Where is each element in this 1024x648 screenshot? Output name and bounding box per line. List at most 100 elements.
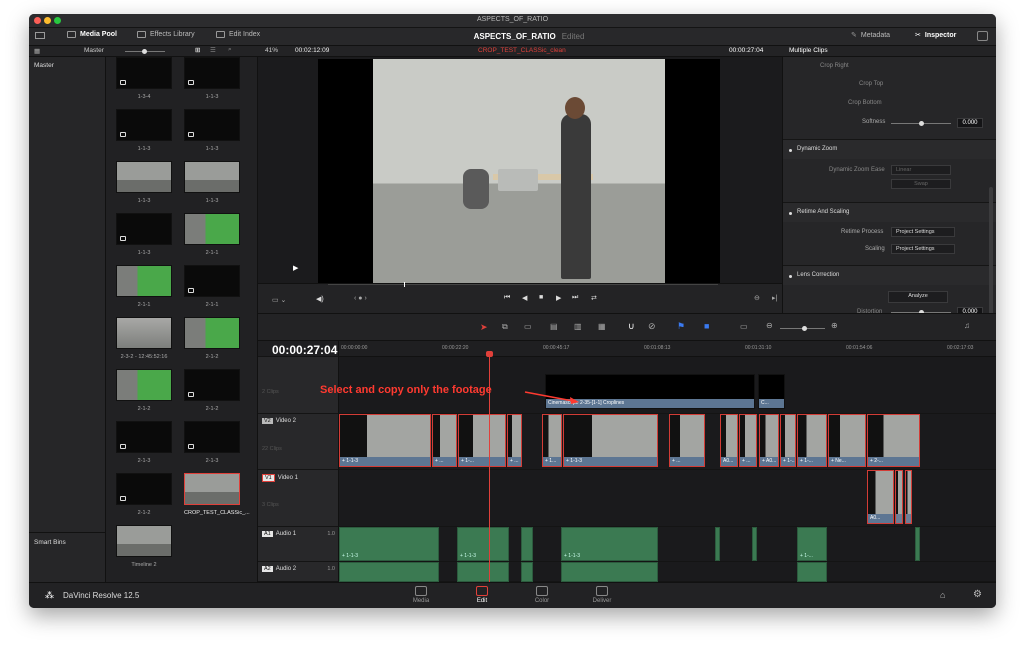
- trim-tool-icon[interactable]: ⧉: [502, 322, 508, 332]
- blade-tool-icon[interactable]: ▭: [524, 322, 532, 331]
- mark-in-icon[interactable]: ▸|: [772, 294, 777, 302]
- page-deliver[interactable]: Deliver: [577, 586, 627, 604]
- audio-clip[interactable]: [457, 562, 509, 582]
- audio-clip[interactable]: [715, 527, 720, 561]
- media-pool-clip[interactable]: 2-1-2: [116, 369, 172, 412]
- grid-view-icon[interactable]: ⊞: [195, 46, 200, 54]
- media-pool-clip[interactable]: 1-1-3: [184, 161, 240, 204]
- go-to-start-button[interactable]: ⏮: [504, 294, 510, 302]
- media-pool-clip[interactable]: 2-1-2: [116, 473, 172, 516]
- audio-clip[interactable]: [561, 562, 658, 582]
- sidebar-item-smart-bins[interactable]: Smart Bins: [34, 539, 66, 546]
- timeline-clip[interactable]: + ...: [669, 414, 705, 467]
- viewer-zoom[interactable]: 41%: [265, 47, 278, 54]
- timeline-clip[interactable]: + ...: [432, 414, 457, 467]
- loop-button[interactable]: ⇄: [591, 294, 597, 302]
- track-lane-v1[interactable]: A0...: [339, 470, 996, 527]
- track-lane-a1[interactable]: + 1-1-3 + 1-1-3 + 1-1-3 + 1-...: [339, 527, 996, 562]
- tab-media-pool[interactable]: Media Pool: [67, 31, 117, 38]
- media-pool-clip-selected[interactable]: CROP_TEST_CLASSic_...: [184, 473, 250, 516]
- track-header-v1[interactable]: V1 Video 1 3 Clips: [258, 470, 339, 527]
- media-pool-clip[interactable]: 1-1-3: [184, 109, 240, 152]
- tab-edit-index[interactable]: Edit Index: [216, 31, 260, 38]
- zoom-out-icon[interactable]: ⊖: [766, 321, 773, 330]
- page-media[interactable]: Media: [396, 586, 446, 604]
- retime-process-dropdown[interactable]: Project Settings: [891, 227, 955, 237]
- marker-icon[interactable]: ■: [704, 321, 709, 331]
- audio-clip[interactable]: [915, 527, 920, 561]
- media-pool-clip[interactable]: 1-1-3: [116, 161, 172, 204]
- timeline-clip[interactable]: A0...: [720, 414, 738, 467]
- media-pool-clip[interactable]: 2-1-2: [184, 317, 240, 360]
- softness-value[interactable]: 0.000: [957, 118, 983, 128]
- media-pool-clip[interactable]: 2-1-1: [184, 213, 240, 256]
- timeline-clip[interactable]: A0...: [867, 470, 894, 524]
- overwrite-clip-icon[interactable]: ▥: [574, 322, 582, 331]
- sidebar-item-master[interactable]: Master: [34, 62, 54, 69]
- media-pool-clip[interactable]: 1-1-3: [116, 213, 172, 256]
- audio-clip[interactable]: [752, 527, 757, 561]
- audio-clip[interactable]: + 1-1-3: [457, 527, 509, 561]
- media-pool-timeline[interactable]: Timeline 2: [116, 525, 172, 568]
- timeline-zoom-slider[interactable]: [780, 326, 825, 331]
- tab-metadata[interactable]: ✎ Metadata: [851, 31, 890, 40]
- media-pool-clip[interactable]: 2-1-1: [184, 265, 240, 308]
- media-pool-clip[interactable]: 2-1-2: [184, 369, 240, 412]
- timeline-clip[interactable]: [895, 470, 903, 524]
- track-lane-v2[interactable]: + 1-1-3 + ... + 1-... + ... + 1... + 1-1…: [339, 414, 996, 470]
- media-pool-clip[interactable]: 2-1-1: [116, 265, 172, 308]
- audio-clip[interactable]: [339, 562, 439, 582]
- audio-clip[interactable]: + 1-...: [797, 527, 827, 561]
- swap-button[interactable]: Swap: [891, 179, 951, 189]
- tab-inspector[interactable]: ✂ Inspector: [915, 31, 956, 40]
- media-pool-clip[interactable]: 1-1-3: [116, 109, 172, 152]
- audio-clip[interactable]: + 1-1-3: [561, 527, 658, 561]
- bin-name[interactable]: Master: [84, 47, 104, 54]
- media-pool-clip[interactable]: 2-1-3: [116, 421, 172, 464]
- timeline-clip[interactable]: + 1-1-3: [563, 414, 658, 467]
- audio-icon[interactable]: ◀): [316, 295, 324, 303]
- adjustment-clip[interactable]: C...: [758, 374, 785, 409]
- inspector-scrollbar[interactable]: [989, 187, 993, 317]
- settings-gear-icon[interactable]: ⚙: [973, 589, 982, 600]
- section-dynamic-zoom[interactable]: Dynamic Zoom: [783, 139, 996, 159]
- media-pool-clip[interactable]: 1-1-3: [184, 57, 240, 100]
- timeline-viewer[interactable]: ▶: [258, 57, 782, 285]
- insert-clip-icon[interactable]: ▤: [550, 322, 558, 331]
- timeline-clip[interactable]: + Ne...: [828, 414, 866, 467]
- page-edit[interactable]: Edit: [457, 586, 507, 604]
- timeline-clip[interactable]: + ...: [507, 414, 522, 467]
- bin-list-icon[interactable]: ▦: [34, 47, 40, 55]
- stop-button[interactable]: ■: [539, 294, 543, 301]
- viewer-clip-name[interactable]: CROP_TEST_CLASSic_clean: [478, 47, 566, 54]
- timeline-view-options-icon[interactable]: ▭: [740, 322, 748, 331]
- audio-mixer-icon[interactable]: ♫: [964, 321, 970, 330]
- track-header-a1[interactable]: A1 Audio 1 1.0: [258, 527, 339, 562]
- replace-clip-icon[interactable]: ▦: [598, 322, 606, 331]
- play-button[interactable]: ▶: [556, 294, 561, 302]
- viewer-scrub-head[interactable]: [404, 282, 405, 287]
- timeline-clip[interactable]: + A0...: [759, 414, 779, 467]
- timeline-clip[interactable]: + 1-...: [780, 414, 796, 467]
- safe-area-icon[interactable]: ▭ ⌄: [272, 296, 286, 304]
- flag-icon[interactable]: ⚑: [677, 321, 685, 332]
- playhead-marker-icon[interactable]: [486, 351, 493, 357]
- play-reverse-button[interactable]: ◀: [522, 294, 527, 302]
- timeline-clip[interactable]: [905, 470, 912, 524]
- thumbnail-size-slider[interactable]: [125, 49, 165, 54]
- media-pool-clip[interactable]: 2-1-3: [184, 421, 240, 464]
- dynamic-zoom-ease-dropdown[interactable]: Linear: [891, 165, 951, 175]
- home-icon[interactable]: ⌂: [940, 590, 945, 600]
- zoom-in-icon[interactable]: ⊕: [831, 321, 838, 330]
- scaling-dropdown[interactable]: Project Settings: [891, 244, 955, 254]
- media-pool-clip[interactable]: 2-3-2 - 12:45:52:16: [116, 317, 172, 360]
- timeline-clip[interactable]: + 2-...: [867, 414, 920, 467]
- softness-slider[interactable]: [891, 121, 951, 126]
- timeline-clip[interactable]: + 1-...: [797, 414, 827, 467]
- go-to-end-button[interactable]: ⏭: [572, 294, 578, 302]
- timeline-clip[interactable]: + 1-1-3: [339, 414, 431, 467]
- analyze-button[interactable]: Analyze: [888, 291, 948, 303]
- timeline-panel[interactable]: 00:00:27:04 00:00:00:00 00:00:22:20 00:0…: [258, 341, 996, 582]
- search-icon[interactable]: ⌕: [228, 46, 232, 54]
- snapping-icon[interactable]: ∪: [628, 321, 635, 332]
